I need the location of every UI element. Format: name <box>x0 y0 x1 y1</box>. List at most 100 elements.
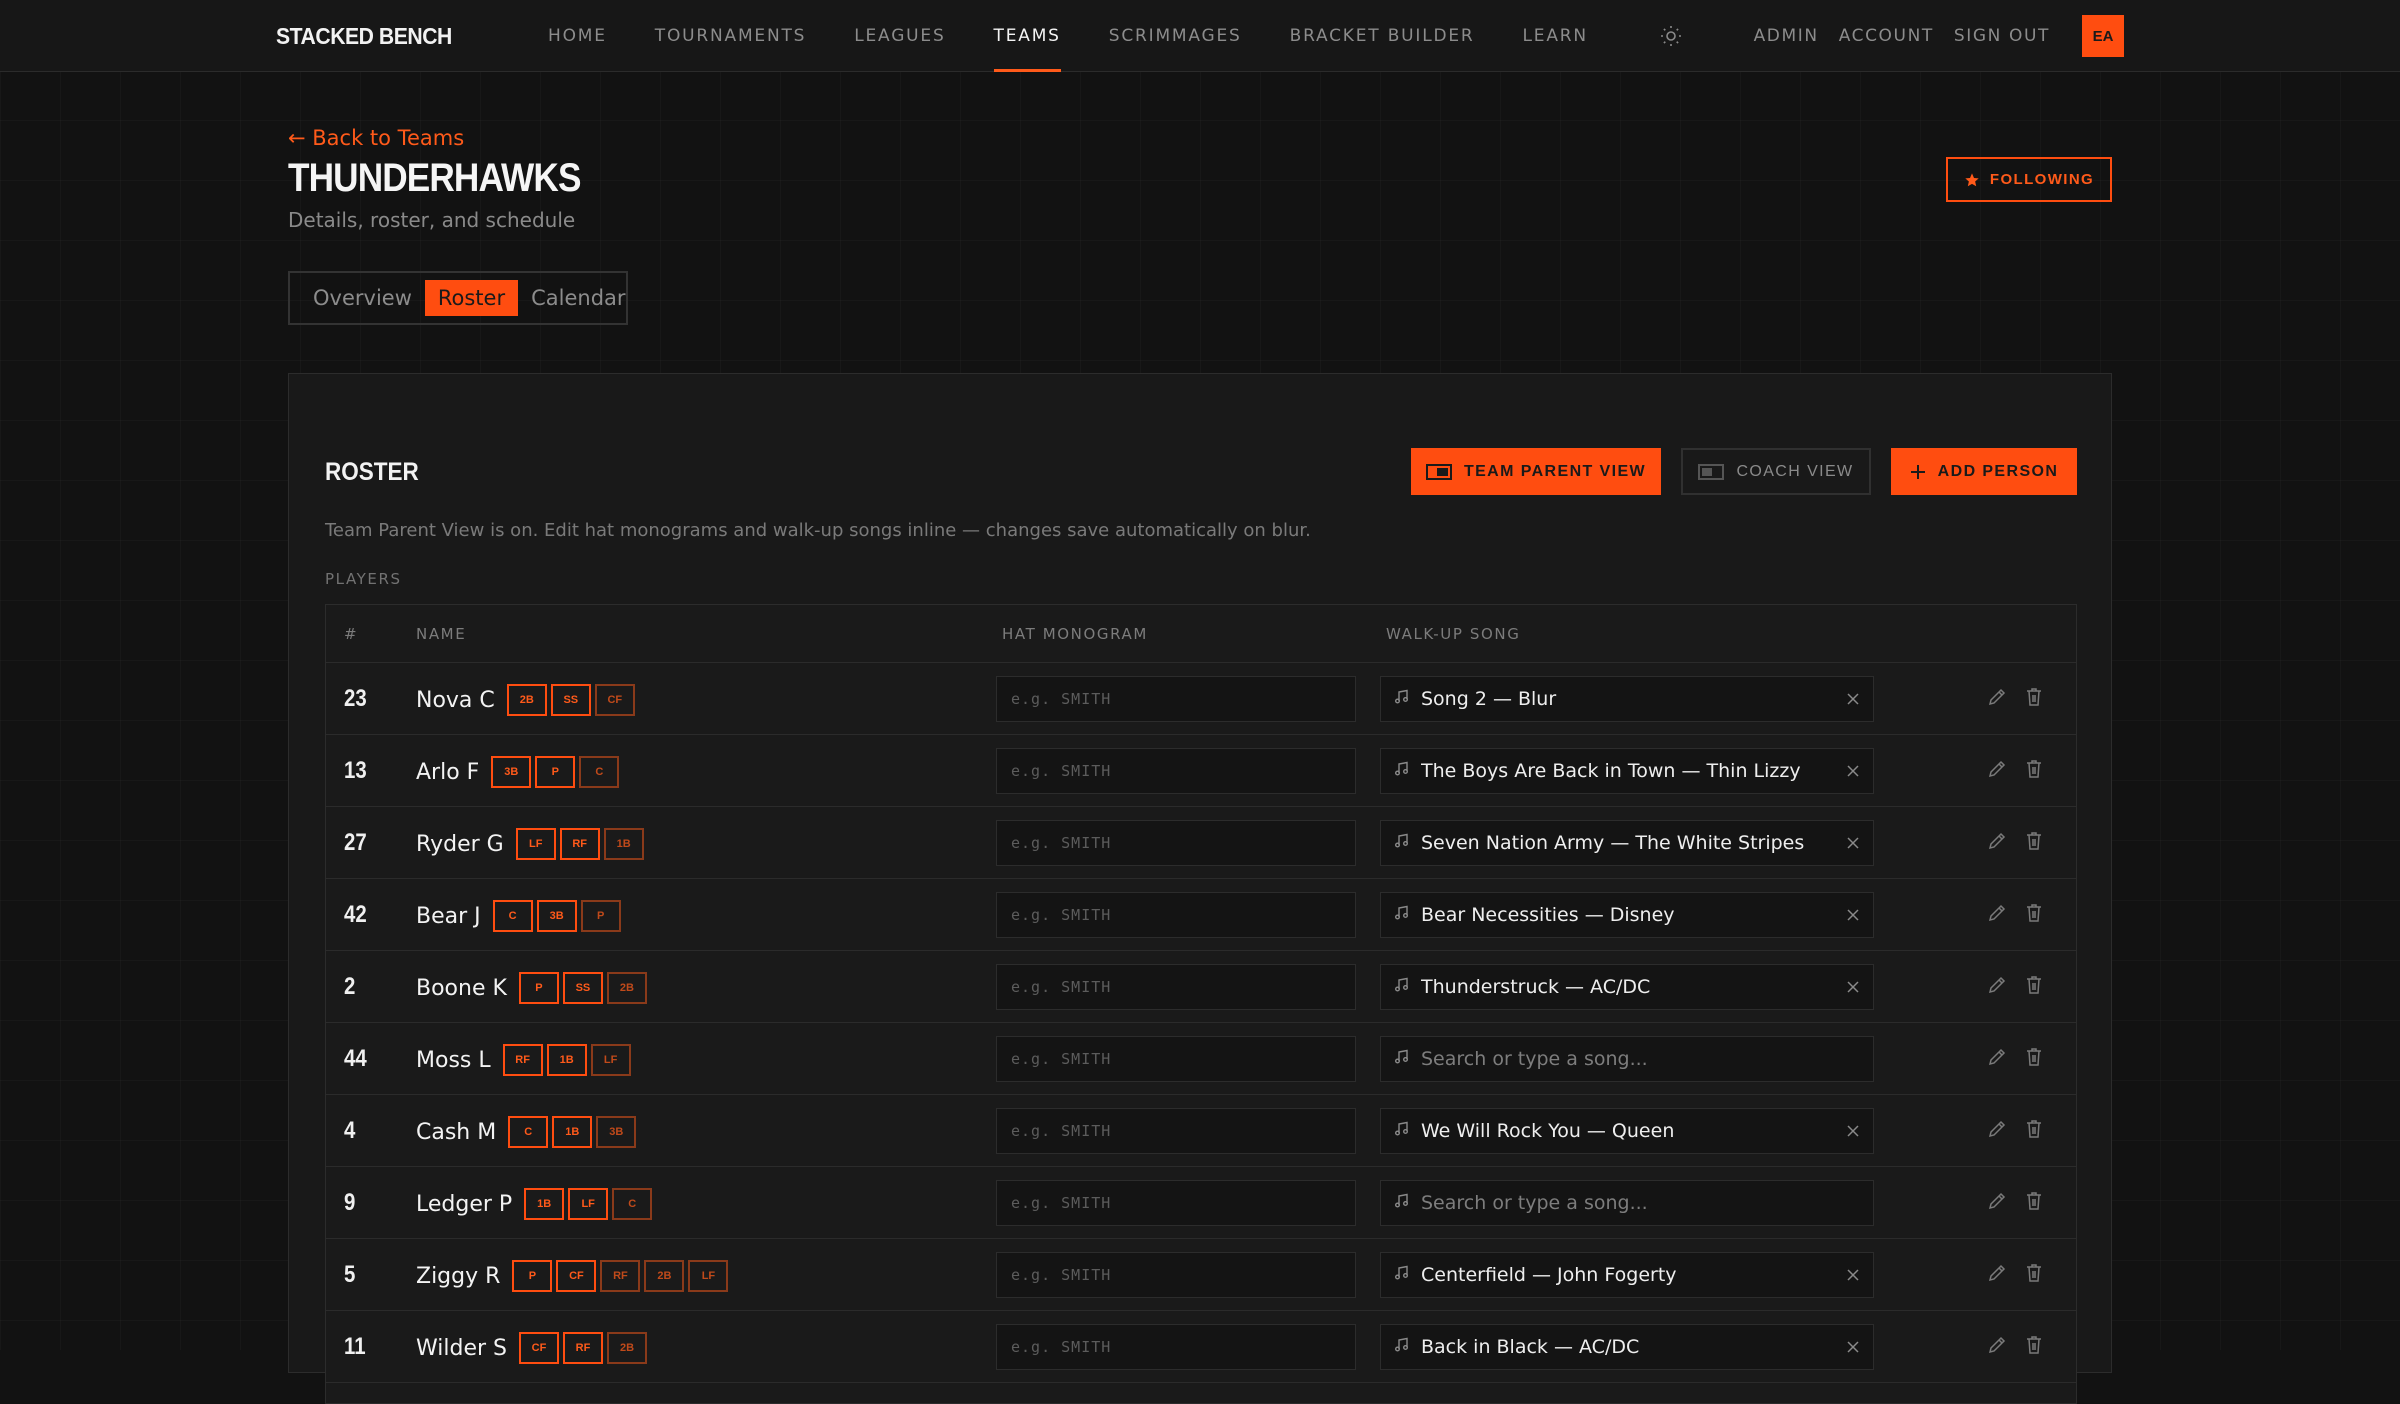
delete-trash-icon[interactable] <box>2024 1334 2044 1360</box>
music-note-icon <box>1393 1049 1409 1069</box>
walk-up-song-value: We Will Rock You — Queen <box>1421 1120 1675 1142</box>
clear-song-icon[interactable] <box>1833 1341 1873 1353</box>
nav-bracket-builder[interactable]: BRACKET BUILDER <box>1290 0 1475 72</box>
delete-trash-icon[interactable] <box>2024 686 2044 712</box>
walk-up-song-field[interactable]: Seven Nation Army — The White Stripes <box>1380 820 1874 866</box>
hat-monogram-input[interactable] <box>996 1180 1356 1226</box>
clear-song-icon[interactable] <box>1833 909 1873 921</box>
walk-up-song-field[interactable]: Back in Black — AC/DC <box>1380 1324 1874 1370</box>
walk-up-song-field[interactable]: Search or type a song... <box>1380 1036 1874 1082</box>
add-person-button[interactable]: ADD PERSON <box>1891 448 2077 495</box>
hat-monogram-input[interactable] <box>996 964 1356 1010</box>
table-row: 5 Ziggy R PCFRF2BLF Centerfield — John F… <box>326 1239 2076 1311</box>
walk-up-song-field[interactable]: We Will Rock You — Queen <box>1380 1108 1874 1154</box>
clear-song-icon[interactable] <box>1833 981 1873 993</box>
walk-up-song-field[interactable]: Thunderstruck — AC/DC <box>1380 964 1874 1010</box>
delete-trash-icon[interactable] <box>2024 974 2044 1000</box>
position-badge: CF <box>594 684 635 716</box>
position-badge: C <box>612 1188 653 1220</box>
music-note-icon <box>1393 905 1409 925</box>
nav-tournaments[interactable]: TOURNAMENTS <box>655 0 806 72</box>
edit-pencil-icon[interactable] <box>1986 686 2008 712</box>
nav-sign-out[interactable]: SIGN OUT <box>1954 26 2050 46</box>
player-name: Ziggy R <box>416 1263 501 1289</box>
coach-view-label: COACH VIEW <box>1736 462 1854 480</box>
position-badge: RF <box>563 1332 603 1364</box>
nav-scrimmages[interactable]: SCRIMMAGES <box>1109 0 1242 72</box>
col-walk-up-song: WALK-UP SONG <box>1386 625 1521 643</box>
hat-monogram-input[interactable] <box>996 748 1356 794</box>
edit-pencil-icon[interactable] <box>1986 1118 2008 1144</box>
nav-learn[interactable]: LEARN <box>1523 0 1588 72</box>
edit-pencil-icon[interactable] <box>1986 758 2008 784</box>
player-name: Arlo F <box>416 759 480 785</box>
following-button[interactable]: FOLLOWING <box>1946 157 2112 202</box>
roster-description: Team Parent View is on. Edit hat monogra… <box>325 520 1311 541</box>
position-badge: LF <box>515 828 556 860</box>
walk-up-song-field[interactable]: Song 2 — Blur <box>1380 676 1874 722</box>
player-name-cell: Arlo F 3B P C <box>416 756 623 788</box>
player-name-cell: Cash M C 1B 3B <box>416 1116 640 1148</box>
tab-roster[interactable]: Roster <box>424 280 519 316</box>
page-title: THUNDERHAWKS <box>288 156 581 200</box>
edit-pencil-icon[interactable] <box>1986 974 2008 1000</box>
nav-teams[interactable]: TEAMS <box>993 0 1061 72</box>
row-actions <box>1986 974 2060 1000</box>
jersey-number: 42 <box>344 901 367 928</box>
nav-admin[interactable]: ADMIN <box>1754 26 1819 46</box>
hat-monogram-input[interactable] <box>996 892 1356 938</box>
delete-trash-icon[interactable] <box>2024 758 2044 784</box>
table-body: 23 Nova C 2BSSCF Song 2 — Blur 13 Arlo F… <box>326 663 2076 1383</box>
position-badge: 2B <box>506 684 547 716</box>
clear-song-icon[interactable] <box>1833 693 1873 705</box>
edit-pencil-icon[interactable] <box>1986 1190 2008 1216</box>
back-to-teams-link[interactable]: ← Back to Teams <box>288 126 464 150</box>
delete-trash-icon[interactable] <box>2024 830 2044 856</box>
hat-monogram-input[interactable] <box>996 1036 1356 1082</box>
theme-toggle-sun-icon[interactable] <box>1659 24 1683 48</box>
avatar[interactable]: EA <box>2082 15 2124 57</box>
delete-trash-icon[interactable] <box>2024 1262 2044 1288</box>
hat-monogram-input[interactable] <box>996 1252 1356 1298</box>
clear-song-icon[interactable] <box>1833 765 1873 777</box>
edit-pencil-icon[interactable] <box>1986 830 2008 856</box>
walk-up-song-field[interactable]: The Boys Are Back in Town — Thin Lizzy <box>1380 748 1874 794</box>
hat-monogram-input[interactable] <box>996 1108 1356 1154</box>
delete-trash-icon[interactable] <box>2024 902 2044 928</box>
brand-logo[interactable]: STACKED BENCH <box>276 23 452 50</box>
position-badge: RF <box>559 828 600 860</box>
nav-account[interactable]: ACCOUNT <box>1839 26 1934 46</box>
clear-song-icon[interactable] <box>1833 837 1873 849</box>
add-person-label: ADD PERSON <box>1937 462 2059 480</box>
coach-view-button[interactable]: COACH VIEW <box>1681 448 1871 495</box>
walk-up-song-field[interactable]: Search or type a song... <box>1380 1180 1874 1226</box>
edit-pencil-icon[interactable] <box>1986 902 2008 928</box>
walk-up-song-field[interactable]: Bear Necessities — Disney <box>1380 892 1874 938</box>
tab-calendar[interactable]: Calendar <box>518 280 638 316</box>
position-badge: RF <box>502 1044 543 1076</box>
team-parent-view-button[interactable]: TEAM PARENT VIEW <box>1411 448 1661 495</box>
delete-trash-icon[interactable] <box>2024 1190 2044 1216</box>
delete-trash-icon[interactable] <box>2024 1046 2044 1072</box>
top-nav: STACKED BENCH HOME TOURNAMENTS LEAGUES T… <box>0 0 2400 72</box>
player-name: Ryder G <box>416 831 504 857</box>
delete-trash-icon[interactable] <box>2024 1118 2044 1144</box>
clear-song-icon[interactable] <box>1833 1125 1873 1137</box>
edit-pencil-icon[interactable] <box>1986 1046 2008 1072</box>
edit-pencil-icon[interactable] <box>1986 1334 2008 1360</box>
nav-leagues[interactable]: LEAGUES <box>854 0 945 72</box>
row-actions <box>1986 1334 2060 1360</box>
player-name: Nova C <box>416 687 495 713</box>
nav-home[interactable]: HOME <box>548 0 607 72</box>
edit-pencil-icon[interactable] <box>1986 1262 2008 1288</box>
music-note-icon <box>1393 1337 1409 1357</box>
player-name-cell: Wilder S CF RF 2B <box>416 1332 651 1364</box>
walk-up-song-field[interactable]: Centerfield — John Fogerty <box>1380 1252 1874 1298</box>
hat-monogram-input[interactable] <box>996 820 1356 866</box>
tab-overview[interactable]: Overview <box>300 280 425 316</box>
position-badge: CF <box>556 1260 597 1292</box>
hat-monogram-input[interactable] <box>996 676 1356 722</box>
hat-monogram-input[interactable] <box>996 1324 1356 1370</box>
position-badge: P <box>580 900 621 932</box>
clear-song-icon[interactable] <box>1833 1269 1873 1281</box>
